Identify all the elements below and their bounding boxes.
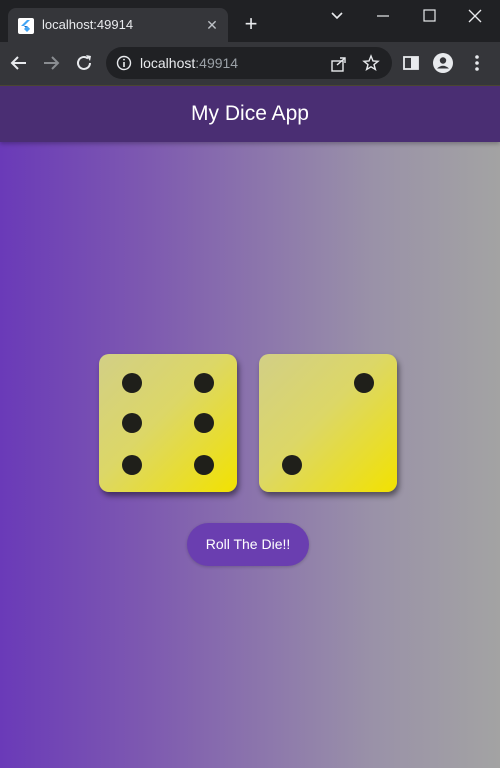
die-pip xyxy=(122,455,142,475)
forward-arrow-icon[interactable] xyxy=(40,52,62,74)
close-icon[interactable]: ✕ xyxy=(204,17,220,33)
app-body: Roll The Die!! xyxy=(0,142,500,768)
die-pip xyxy=(194,455,214,475)
tab-title: localhost:49914 xyxy=(42,17,134,32)
browser-tab[interactable]: localhost:49914 ✕ xyxy=(8,8,228,42)
die-left xyxy=(99,354,237,492)
maximize-icon[interactable] xyxy=(414,4,444,28)
die-pip xyxy=(354,373,374,393)
url-port: :49914 xyxy=(195,55,239,71)
url-host: localhost xyxy=(140,55,196,71)
address-bar[interactable]: localhost:49914 xyxy=(106,47,392,79)
die-pip xyxy=(194,413,214,433)
star-icon[interactable] xyxy=(362,54,380,72)
profile-icon[interactable] xyxy=(432,52,454,74)
die-pip xyxy=(122,413,142,433)
roll-die-button[interactable]: Roll The Die!! xyxy=(187,523,309,566)
die-pip xyxy=(282,455,302,475)
app-bar: My Dice App xyxy=(0,86,500,142)
minimize-icon[interactable] xyxy=(368,4,398,28)
window-close-icon[interactable] xyxy=(460,4,490,28)
chevron-down-icon[interactable] xyxy=(322,4,352,28)
roll-die-button-label: Roll The Die!! xyxy=(205,536,291,552)
more-vert-icon[interactable] xyxy=(466,52,488,74)
die-pip xyxy=(122,373,142,393)
flutter-icon xyxy=(18,18,34,34)
side-panel-icon[interactable] xyxy=(400,52,422,74)
url-text: localhost:49914 xyxy=(140,55,238,71)
info-icon[interactable] xyxy=(116,55,132,71)
die-right xyxy=(259,354,397,492)
reload-icon[interactable] xyxy=(73,52,95,74)
share-icon[interactable] xyxy=(330,55,348,73)
plus-icon[interactable]: + xyxy=(240,13,262,36)
page-viewport: My Dice App Roll The Die!! xyxy=(0,86,500,768)
browser-toolbar: localhost:49914 xyxy=(0,42,500,86)
back-arrow-icon[interactable] xyxy=(8,52,30,74)
die-pip xyxy=(194,373,214,393)
page-title: My Dice App xyxy=(191,102,309,125)
tab-strip: localhost:49914 ✕ + xyxy=(0,0,500,42)
